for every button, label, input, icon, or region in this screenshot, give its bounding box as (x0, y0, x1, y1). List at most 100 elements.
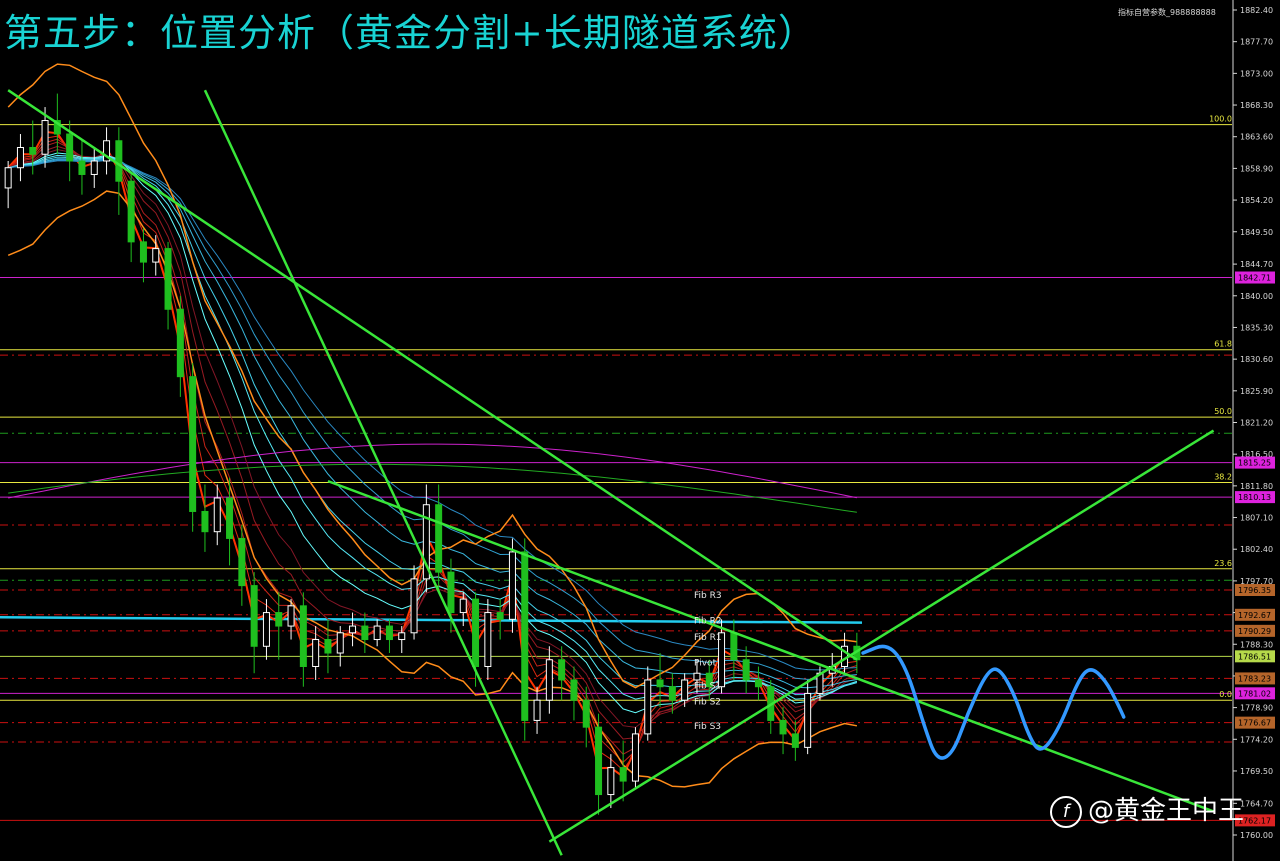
toutiao-logo-icon: f (1050, 795, 1082, 828)
trendline (327, 479, 1214, 813)
candle-body (459, 598, 467, 614)
price-tag-label: 1796.35 (1238, 586, 1271, 595)
candle-body (78, 160, 86, 175)
axis-tick-label: 1807.10 (1240, 514, 1273, 523)
candle-body (779, 719, 787, 735)
price-axis: 1882.40 1877.70 1873.00 1868.30 1863.60 1858.… (1232, 0, 1275, 861)
candle-body (558, 659, 566, 681)
axis-tick-label: 1863.60 (1240, 133, 1273, 142)
candle-body (152, 248, 160, 263)
slow-ma-line (8, 159, 857, 680)
axis-tick-label: 1774.20 (1240, 735, 1273, 744)
candle-body (508, 551, 516, 620)
axis-tick-label: 1854.20 (1240, 196, 1273, 205)
fib-label: 23.6 (1214, 559, 1232, 568)
price-tag-label: 1783.23 (1238, 674, 1271, 683)
price-tag-label: 1786.51 (1238, 652, 1271, 661)
price-tag-label: 1790.29 (1238, 627, 1271, 636)
candle-body (29, 147, 37, 155)
price-tag-label: 1810.13 (1238, 493, 1271, 502)
candle-body (324, 639, 332, 654)
candle-body (176, 308, 184, 378)
forecast-curve (861, 644, 1126, 760)
candle-body (668, 686, 676, 701)
candle-body (189, 376, 197, 512)
candle-body (447, 571, 455, 614)
trendline (548, 429, 1215, 843)
watermark: f @黄金王中王 (1050, 790, 1244, 828)
candle-body (139, 241, 147, 263)
candle-body (484, 612, 492, 667)
candle-body (213, 497, 221, 533)
candle-body (373, 625, 381, 641)
long-ma-line (8, 443, 857, 499)
axis-tick-label: 1769.50 (1240, 767, 1273, 776)
axis-tick-label: 1830.60 (1240, 355, 1273, 364)
axis-tick-label: 1802.40 (1240, 545, 1273, 554)
lower-band-line (7, 190, 858, 788)
candle-body (201, 510, 209, 533)
fib-label: 0.0 (1219, 690, 1232, 699)
pivot-label: Fib R1 (694, 633, 722, 643)
trendline (7, 89, 858, 661)
candle-body (619, 767, 627, 782)
axis-tick-label: 1882.40 (1240, 6, 1273, 15)
candle-body (226, 497, 234, 539)
price-chart: 100.0 61.8 50.0 38.2 23.6 0.0 Fib R3 Fib R2 Fib… (0, 0, 1275, 861)
tunnel-line (0, 616, 863, 624)
watermark-text: @黄金王中王 (1088, 796, 1245, 826)
candle-body (595, 726, 603, 796)
axis-tick-label: 1844.70 (1240, 260, 1273, 269)
axis-tick-label: 1873.00 (1240, 69, 1273, 78)
candle-body (791, 733, 799, 748)
price-tag-label: 1842.71 (1238, 274, 1271, 283)
pivot-label: Fib R2 (694, 617, 722, 627)
candle-body (127, 180, 135, 243)
trendline (203, 89, 563, 856)
candle-body (4, 167, 12, 189)
pivot-label: Fib S2 (694, 698, 721, 708)
axis-tick-label: 1868.30 (1240, 101, 1273, 110)
candle-body (41, 120, 49, 155)
fib-label: 100.0 (1209, 115, 1232, 124)
candle-body (730, 632, 738, 661)
candle-body (804, 692, 812, 748)
axis-tick-label: 1764.70 (1240, 799, 1273, 808)
fib-label: 50.0 (1214, 407, 1232, 416)
candle-body (681, 679, 689, 701)
axis-tick-label: 1778.90 (1240, 704, 1273, 713)
candle-body (90, 160, 98, 175)
pivot-label: Fib R3 (694, 591, 722, 601)
price-tag-label: 1776.67 (1238, 719, 1271, 728)
axis-tick-label: 1835.30 (1240, 323, 1273, 332)
axis-tick-label: 1811.80 (1240, 482, 1273, 491)
axis-tick-label: 1840.00 (1240, 292, 1273, 301)
fib-label: 38.2 (1214, 472, 1232, 481)
candle-body (533, 699, 541, 721)
price-tag-label: 1815.25 (1238, 459, 1271, 468)
candle-body (631, 733, 639, 782)
candle-body (66, 133, 74, 162)
candle-body (582, 699, 590, 728)
candle-body (115, 140, 123, 182)
candle-body (262, 612, 270, 647)
axis-tick-label: 1788.30 (1240, 640, 1273, 649)
candles (4, 93, 861, 815)
axis-tick-label: 1760.00 (1240, 831, 1273, 840)
axis-tick-label: 1858.90 (1240, 164, 1273, 173)
axis-tick-label: 1825.90 (1240, 387, 1273, 396)
candle-body (250, 585, 258, 647)
price-tag-label: 1781.02 (1238, 689, 1271, 698)
candle-body (521, 551, 529, 721)
slow-ma-line (8, 159, 857, 671)
fast-ma-line (8, 149, 858, 728)
fast-ma-line (7, 138, 858, 763)
candle-body (693, 672, 701, 681)
fib-label: 61.8 (1214, 340, 1232, 349)
candle-body (361, 625, 369, 641)
pivot-label: Fib S3 (694, 722, 721, 732)
candle-body (349, 625, 357, 634)
candle-body (656, 679, 664, 688)
candle-body (312, 639, 320, 667)
slow-ma-line (8, 156, 858, 696)
